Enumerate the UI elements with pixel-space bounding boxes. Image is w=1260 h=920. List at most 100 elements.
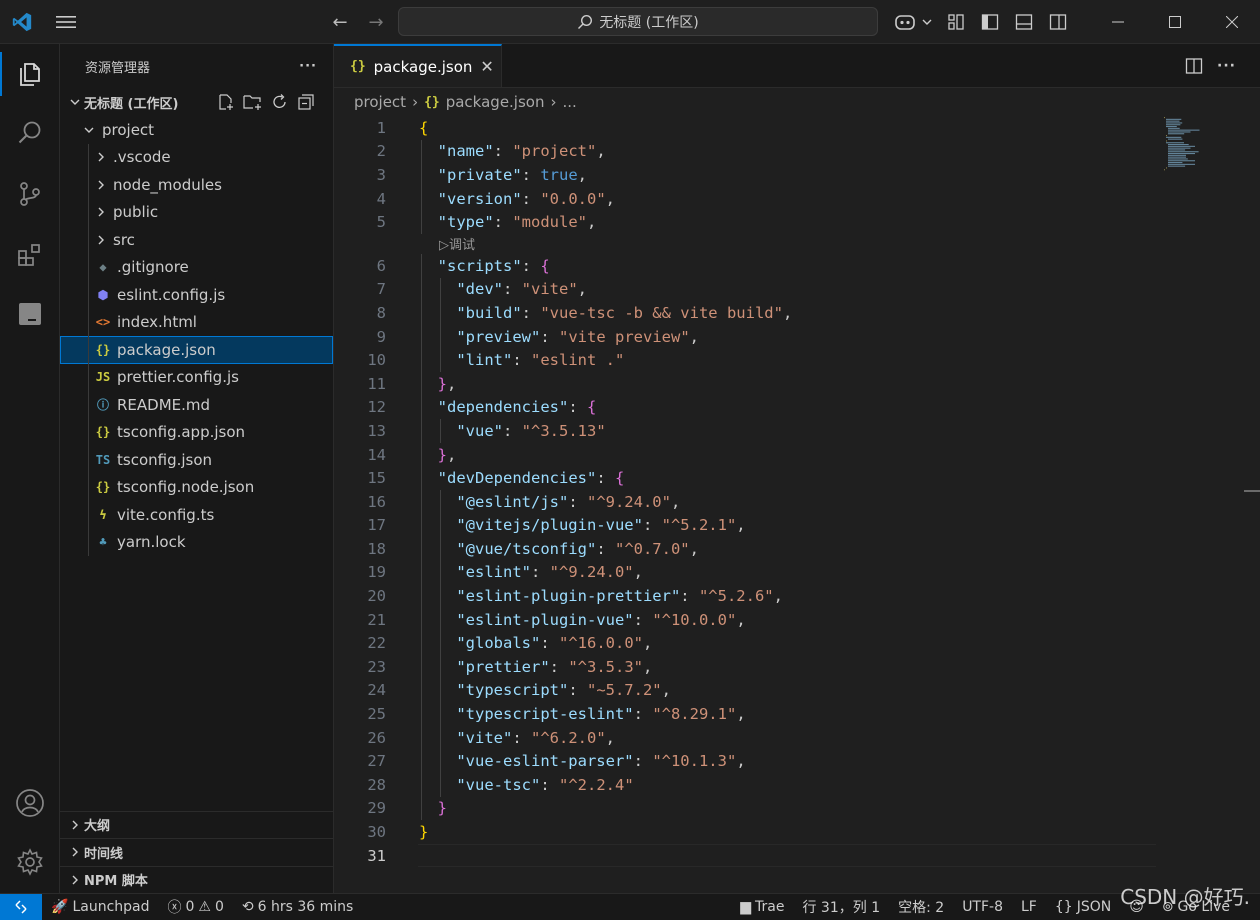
minimap-line	[1168, 129, 1200, 131]
tree-item-label: package.json	[117, 340, 216, 359]
tree-item-tsconfig-app-json[interactable]: {} tsconfig.app.json	[60, 418, 333, 446]
tree-item-gitignore[interactable]: ◆ .gitignore	[60, 253, 333, 281]
tree-item-label: eslint.config.js	[117, 285, 226, 304]
extensions-icon[interactable]	[0, 227, 60, 283]
line-number: 3	[376, 165, 386, 184]
code-line: 11 },	[334, 371, 1260, 396]
problems-item[interactable]: ⓧ 0 ⚠ 0	[159, 897, 233, 917]
tree-item-node-modules[interactable]: node_modules	[60, 171, 333, 199]
breadcrumb-rest[interactable]: ...	[562, 93, 576, 111]
folder-label: project	[102, 120, 155, 139]
json-key: "private"	[437, 165, 522, 184]
code-line: 3 "private": true,	[334, 163, 1260, 187]
tab-package-json[interactable]: {} package.json ✕	[334, 44, 502, 87]
search-view-icon[interactable]	[0, 105, 60, 161]
minimap-line	[1166, 122, 1183, 124]
toggle-secondary-sidebar-icon[interactable]	[1044, 8, 1072, 36]
encoding[interactable]: UTF-8	[953, 899, 1012, 915]
hamburger-menu-icon[interactable]	[44, 0, 88, 44]
indent-guide	[88, 528, 89, 556]
json-key: "vue"	[456, 421, 503, 440]
minimap-line	[1168, 151, 1199, 153]
indent-guide	[88, 363, 89, 391]
tree-item-index-html[interactable]: <> index.html	[60, 308, 333, 336]
explorer-icon[interactable]	[0, 46, 60, 102]
workspace-section-header[interactable]: 无标题 (工作区)	[60, 88, 333, 116]
account-icon[interactable]	[0, 775, 60, 831]
minimap-line	[1168, 158, 1188, 160]
tree-item-yarn-lock[interactable]: ♣ yarn.lock	[60, 528, 333, 556]
new-file-icon[interactable]	[217, 93, 235, 111]
terminal-panel-icon[interactable]	[0, 286, 60, 342]
json-key: "eslint-plugin-prettier"	[456, 587, 681, 606]
vscode-logo-icon	[0, 0, 44, 44]
source-control-icon[interactable]	[0, 166, 60, 222]
folder-project[interactable]: project	[60, 116, 333, 144]
file-tree: project .vscode node_modules public src ◆ .git…	[60, 116, 333, 556]
tree-item-vite-config-ts[interactable]: ϟ vite.config.ts	[60, 501, 333, 529]
toggle-primary-sidebar-icon[interactable]	[976, 8, 1004, 36]
minimize-icon[interactable]	[1089, 0, 1146, 44]
trae-item[interactable]: ▆ Trae	[731, 899, 793, 915]
timeline-section[interactable]: 时间线	[60, 838, 334, 866]
tree-item-readme-md[interactable]: ⓘ README.md	[60, 391, 333, 419]
tree-item-src[interactable]: src	[60, 226, 333, 254]
workspace-title: 无标题 (工作区)	[84, 96, 179, 112]
npm-scripts-section[interactable]: NPM 脚本	[60, 865, 334, 894]
outline-section[interactable]: 大纲	[60, 810, 334, 839]
more-actions-icon[interactable]: ···	[299, 59, 317, 74]
new-folder-icon[interactable]	[243, 93, 263, 111]
indentation[interactable]: 空格: 2	[889, 897, 953, 917]
search-icon	[578, 14, 593, 29]
explorer-title: 资源管理器	[85, 60, 151, 76]
refresh-icon[interactable]	[271, 93, 289, 111]
close-tab-icon[interactable]: ✕	[480, 57, 493, 76]
indent-guide	[88, 198, 89, 226]
split-editor-icon[interactable]	[1185, 57, 1203, 75]
line-number: 30	[367, 823, 386, 842]
debug-codelens[interactable]: ▷调试	[334, 234, 1260, 254]
launchpad-item[interactable]: 🚀 Launchpad	[42, 899, 159, 915]
tree-item-prettier-config-js[interactable]: JS prettier.config.js	[60, 363, 333, 391]
minimap[interactable]	[1162, 116, 1232, 176]
settings-gear-icon[interactable]	[0, 834, 60, 890]
forward-arrow-icon[interactable]: →	[362, 8, 390, 36]
tree-item-public[interactable]: public	[60, 198, 333, 226]
git-file-icon: ◆	[99, 260, 107, 275]
tree-item-tsconfig-node-json[interactable]: {} tsconfig.node.json	[60, 473, 333, 501]
tree-item-package-json[interactable]: {} package.json	[60, 336, 333, 364]
close-window-icon[interactable]	[1203, 0, 1260, 44]
toggle-panel-icon[interactable]	[1010, 8, 1038, 36]
time-tracker-item[interactable]: ⟲ 6 hrs 36 mins	[233, 899, 362, 915]
line-number: 6	[376, 256, 386, 275]
collapse-all-icon[interactable]	[297, 93, 315, 111]
language-mode[interactable]: {} JSON	[1046, 899, 1120, 915]
warning-icon: ⚠	[198, 899, 211, 915]
code-line: 26 "vite": "^6.2.0",	[334, 725, 1260, 750]
end-of-line[interactable]: LF	[1012, 899, 1046, 915]
back-arrow-icon[interactable]: ←	[326, 8, 354, 36]
maximize-icon[interactable]	[1146, 0, 1203, 44]
json-key: "type"	[437, 213, 494, 232]
copilot-icon[interactable]	[890, 8, 936, 36]
json-value: "^5.2.1"	[661, 516, 737, 535]
command-center-search[interactable]: 无标题 (工作区)	[398, 7, 878, 36]
line-number: 14	[367, 445, 386, 464]
npm-scripts-label: NPM 脚本	[84, 874, 148, 890]
remote-indicator-icon[interactable]	[0, 893, 42, 920]
code-line: 20 "eslint-plugin-prettier": "^5.2.6",	[334, 584, 1260, 608]
tree-item-vscode[interactable]: .vscode	[60, 143, 333, 171]
customize-layout-icon[interactable]	[942, 8, 970, 36]
json-value: "0.0.0"	[540, 189, 606, 208]
tree-item-eslint-config-js[interactable]: ⬢ eslint.config.js	[60, 281, 333, 309]
breadcrumb-root[interactable]: project	[354, 93, 406, 111]
json-bracket: }	[437, 445, 448, 464]
cursor-position[interactable]: 行 31，列 1	[793, 897, 889, 917]
breadcrumb-file[interactable]: package.json	[446, 93, 545, 111]
code-editor[interactable]: 1{2 "name": "project", 3 "private": true,…	[334, 116, 1260, 868]
tree-item-tsconfig-json[interactable]: TS tsconfig.json	[60, 446, 333, 474]
line-number: 24	[367, 681, 386, 700]
json-value: "^10.1.3"	[652, 752, 737, 771]
scrollbar-marker[interactable]	[1244, 490, 1260, 492]
more-editor-actions-icon[interactable]: ···	[1217, 58, 1236, 74]
